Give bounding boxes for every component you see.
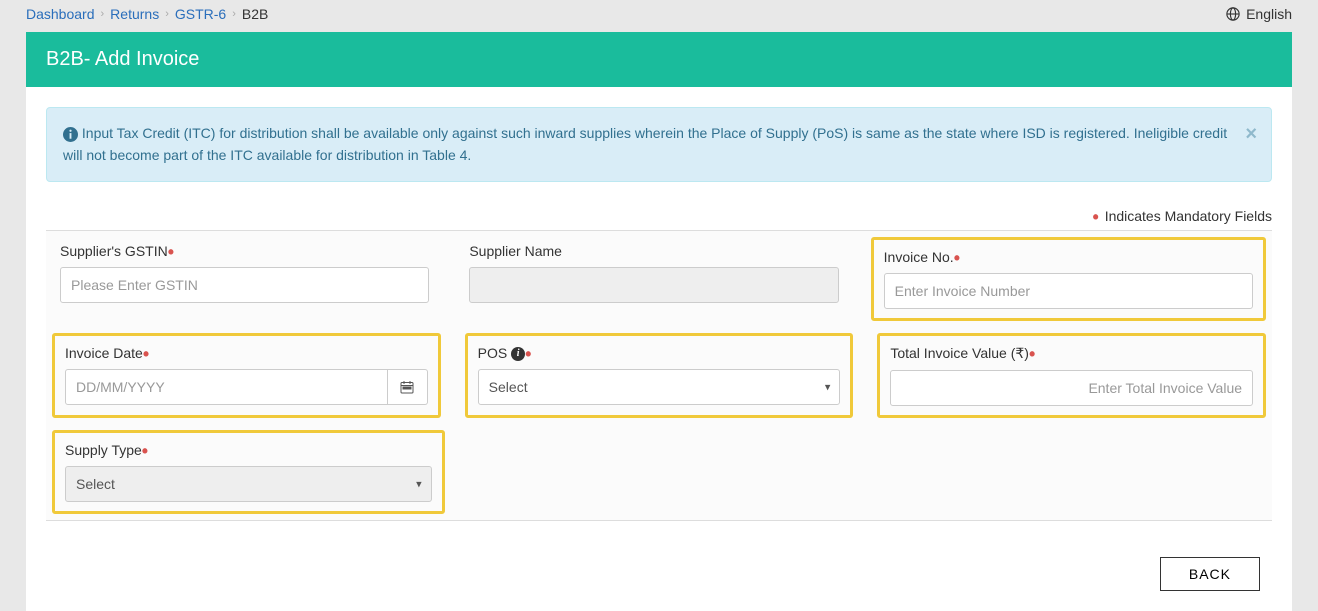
invoice-date-input[interactable] (65, 369, 388, 405)
supplier-name-input (469, 267, 838, 303)
page-title-bar: B2B- Add Invoice (26, 32, 1292, 87)
calendar-icon (400, 380, 414, 394)
page-title: B2B- Add Invoice (46, 48, 199, 70)
breadcrumb: Dashboard › Returns › GSTR-6 › B2B (26, 6, 268, 22)
total-value-label: Total Invoice Value (₹)• (890, 345, 1253, 362)
breadcrumb-returns[interactable]: Returns (110, 6, 159, 22)
supplier-name-label: Supplier Name (469, 243, 838, 259)
back-button[interactable]: BACK (1160, 557, 1260, 591)
globe-icon (1226, 7, 1240, 21)
invoice-date-label: Invoice Date• (65, 345, 428, 361)
required-dot-icon: • (525, 344, 531, 364)
language-selector[interactable]: English (1226, 6, 1292, 22)
required-dot-icon: • (1029, 344, 1035, 364)
supply-type-select[interactable]: Select (65, 466, 432, 502)
breadcrumb-current: B2B (242, 6, 268, 22)
info-circle-icon[interactable]: i (511, 347, 525, 361)
info-text: Input Tax Credit (ITC) for distribution … (63, 125, 1227, 163)
required-dot-icon: • (143, 344, 149, 364)
breadcrumb-gstr6[interactable]: GSTR-6 (175, 6, 226, 22)
chevron-right-icon: › (232, 8, 236, 20)
close-icon[interactable]: × (1245, 118, 1257, 150)
total-value-input[interactable] (890, 370, 1253, 406)
pos-select[interactable]: Select (478, 369, 841, 405)
supplier-gstin-label: Supplier's GSTIN• (60, 243, 429, 259)
info-alert: Input Tax Credit (ITC) for distribution … (46, 107, 1272, 182)
chevron-right-icon: › (101, 8, 105, 20)
invoice-no-label: Invoice No.• (884, 249, 1253, 265)
breadcrumb-dashboard[interactable]: Dashboard (26, 6, 95, 22)
required-dot-icon: • (168, 242, 174, 262)
required-dot-icon: • (142, 441, 148, 461)
invoice-no-input[interactable] (884, 273, 1253, 309)
supply-type-label: Supply Type• (65, 442, 432, 458)
required-dot-icon: • (1092, 207, 1098, 227)
info-icon (63, 127, 78, 142)
language-label: English (1246, 6, 1292, 22)
pos-label: POS i• (478, 345, 841, 361)
required-dot-icon: • (954, 248, 960, 268)
calendar-button[interactable] (388, 369, 428, 405)
mandatory-note: • Indicates Mandatory Fields (46, 208, 1272, 224)
supplier-gstin-input[interactable] (60, 267, 429, 303)
chevron-right-icon: › (165, 8, 169, 20)
